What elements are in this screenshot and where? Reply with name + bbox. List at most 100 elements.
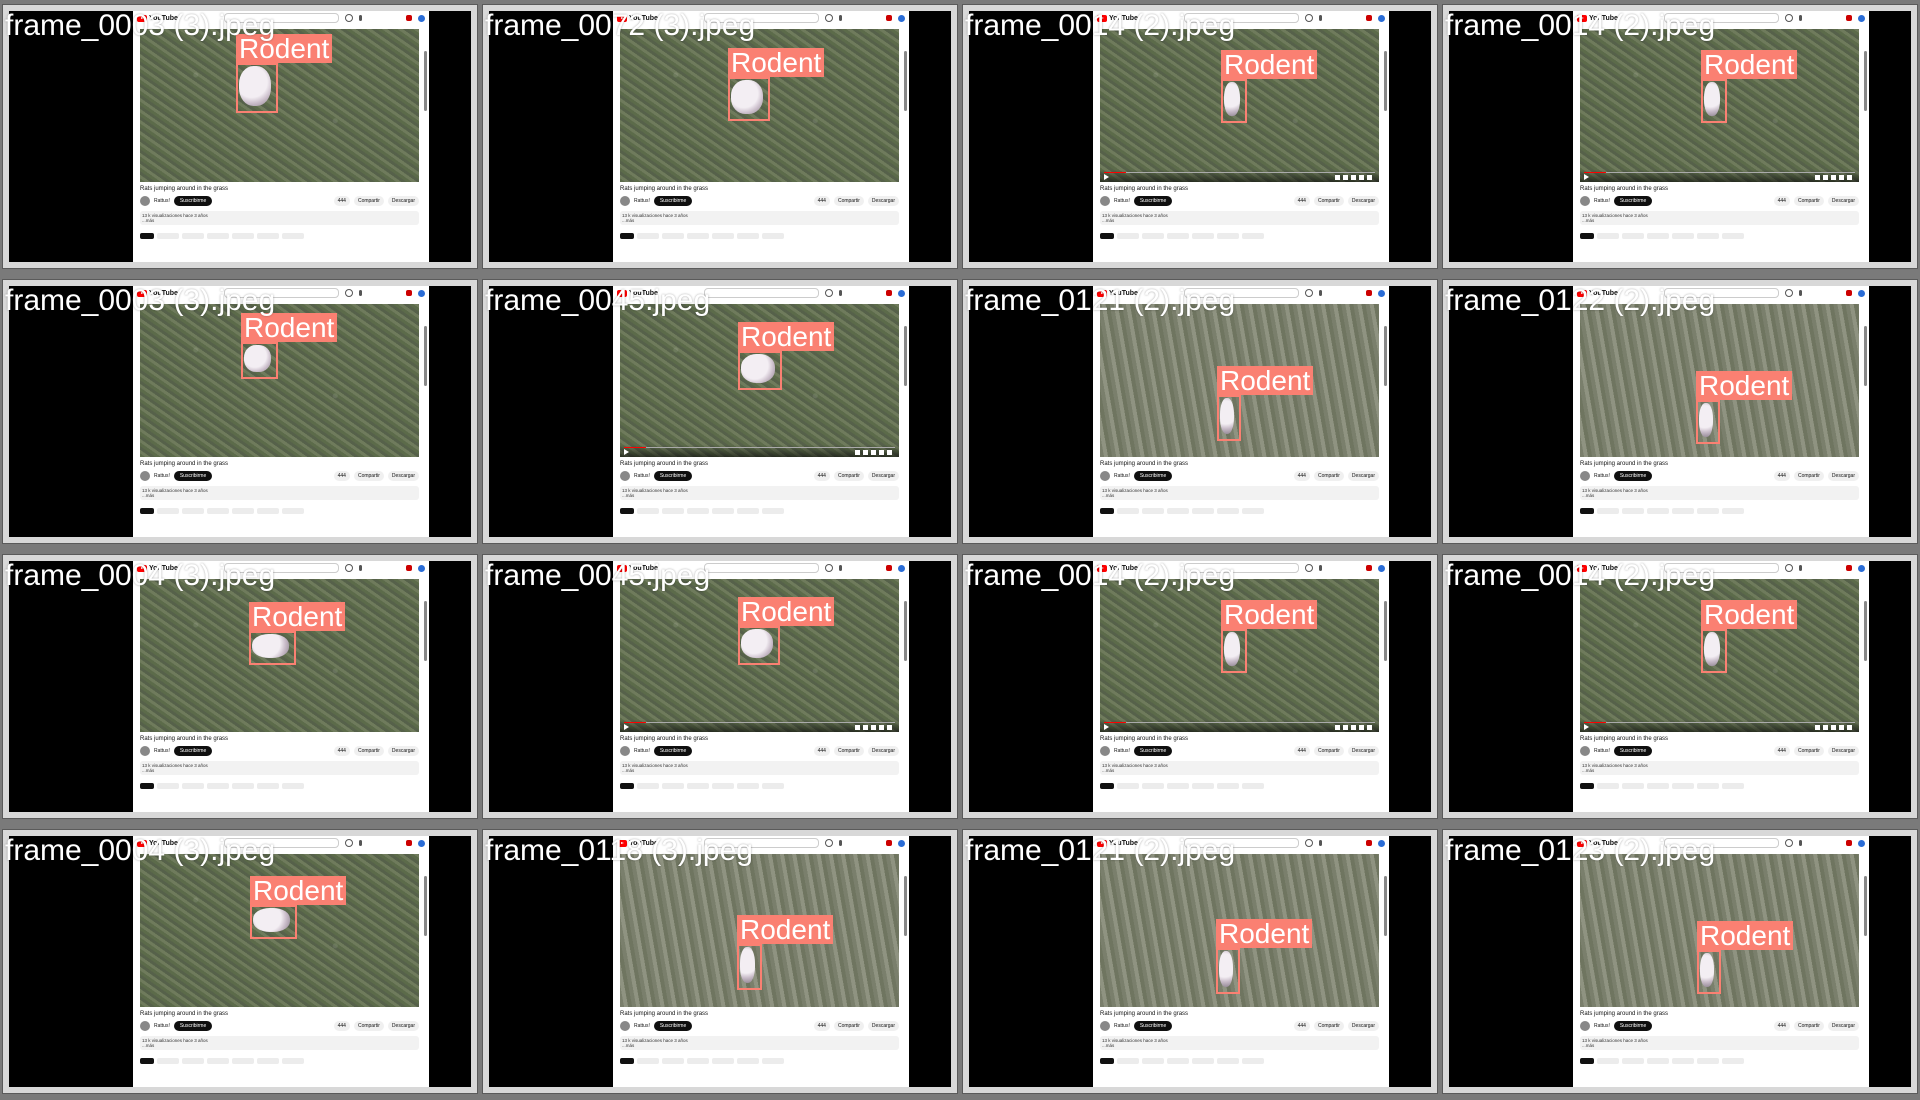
like-button[interactable]: 444 — [333, 196, 350, 206]
share-button[interactable]: Compartir — [833, 471, 864, 481]
scrollbar[interactable] — [1864, 601, 1867, 661]
mic-icon[interactable] — [358, 565, 362, 571]
avatar[interactable] — [1378, 564, 1385, 572]
player-settings-icons[interactable] — [1335, 175, 1375, 180]
chip[interactable] — [1217, 783, 1239, 789]
mic-icon[interactable] — [1798, 840, 1802, 846]
chip[interactable] — [1647, 1058, 1669, 1064]
download-button[interactable]: Descargar — [867, 746, 899, 756]
video-player[interactable]: Rodent — [1580, 854, 1859, 1007]
chip[interactable] — [662, 508, 684, 514]
chip[interactable] — [207, 1058, 229, 1064]
mic-icon[interactable] — [1318, 290, 1322, 296]
chip[interactable] — [1622, 783, 1644, 789]
subscribe-button[interactable]: Suscribirme — [1613, 746, 1653, 756]
bell-icon[interactable] — [886, 565, 892, 571]
chip[interactable] — [1100, 783, 1114, 789]
avatar[interactable] — [418, 289, 425, 297]
scrollbar[interactable] — [1384, 51, 1387, 111]
video-player[interactable]: Rodent — [1100, 29, 1379, 182]
video-player[interactable]: Rodent — [620, 854, 899, 1007]
chip[interactable] — [282, 783, 304, 789]
channel-name[interactable]: Rattus! — [1594, 748, 1610, 754]
scrollbar[interactable] — [1864, 51, 1867, 111]
description-more[interactable]: ...más — [1102, 218, 1377, 223]
description-more[interactable]: ...más — [142, 768, 417, 773]
description-more[interactable]: ...más — [622, 218, 897, 223]
bell-icon[interactable] — [1366, 290, 1372, 296]
share-button[interactable]: Compartir — [1313, 1021, 1344, 1031]
download-button[interactable]: Descargar — [1347, 1021, 1379, 1031]
chip[interactable] — [637, 508, 659, 514]
subscribe-button[interactable]: Suscribirme — [653, 471, 693, 481]
chip[interactable] — [1242, 233, 1264, 239]
chip[interactable] — [712, 783, 734, 789]
download-button[interactable]: Descargar — [1827, 471, 1859, 481]
chip[interactable] — [662, 1058, 684, 1064]
video-player[interactable]: Rodent — [1100, 579, 1379, 732]
chip[interactable] — [637, 1058, 659, 1064]
channel-avatar[interactable] — [1580, 1021, 1590, 1031]
player-settings-icons[interactable] — [855, 725, 895, 730]
channel-avatar[interactable] — [1100, 746, 1110, 756]
channel-avatar[interactable] — [620, 1021, 630, 1031]
player-settings-icons[interactable] — [1815, 725, 1855, 730]
channel-avatar[interactable] — [1100, 471, 1110, 481]
chip[interactable] — [1167, 233, 1189, 239]
chip[interactable] — [1117, 1058, 1139, 1064]
share-button[interactable]: Compartir — [1793, 1021, 1824, 1031]
chip[interactable] — [1672, 233, 1694, 239]
like-button[interactable]: 444 — [813, 196, 830, 206]
progress-bar[interactable] — [624, 447, 895, 448]
chip[interactable] — [1580, 508, 1594, 514]
like-button[interactable]: 444 — [1293, 471, 1310, 481]
chip[interactable] — [182, 508, 204, 514]
player-settings-icons[interactable] — [1815, 175, 1855, 180]
bell-icon[interactable] — [1846, 15, 1852, 21]
channel-name[interactable]: Rattus! — [1114, 473, 1130, 479]
chip[interactable] — [662, 233, 684, 239]
scrollbar[interactable] — [904, 601, 907, 661]
scrollbar[interactable] — [424, 876, 427, 936]
chip[interactable] — [712, 508, 734, 514]
channel-name[interactable]: Rattus! — [1114, 1023, 1130, 1029]
description-box[interactable]: 13 k visualizaciones hace 3 años ...más — [1580, 486, 1859, 500]
video-player[interactable]: Rodent — [1580, 29, 1859, 182]
channel-name[interactable]: Rattus! — [634, 473, 650, 479]
channel-name[interactable]: Rattus! — [154, 748, 170, 754]
chip[interactable] — [1117, 508, 1139, 514]
download-button[interactable]: Descargar — [1347, 746, 1379, 756]
chip[interactable] — [257, 233, 279, 239]
channel-name[interactable]: Rattus! — [1114, 198, 1130, 204]
description-more[interactable]: ...más — [1102, 493, 1377, 498]
video-player[interactable]: Rodent — [140, 579, 419, 732]
chip[interactable] — [1697, 508, 1719, 514]
chip[interactable] — [282, 1058, 304, 1064]
chip[interactable] — [687, 783, 709, 789]
scrollbar[interactable] — [424, 51, 427, 111]
channel-avatar[interactable] — [1100, 1021, 1110, 1031]
download-button[interactable]: Descargar — [1347, 196, 1379, 206]
channel-name[interactable]: Rattus! — [1594, 1023, 1610, 1029]
like-button[interactable]: 444 — [1293, 1021, 1310, 1031]
chip[interactable] — [1242, 783, 1264, 789]
mic-icon[interactable] — [1318, 840, 1322, 846]
subscribe-button[interactable]: Suscribirme — [653, 196, 693, 206]
play-icon[interactable] — [624, 724, 629, 730]
scrollbar[interactable] — [1384, 876, 1387, 936]
chip[interactable] — [1597, 508, 1619, 514]
progress-bar[interactable] — [1104, 172, 1375, 173]
mic-icon[interactable] — [1798, 565, 1802, 571]
share-button[interactable]: Compartir — [353, 746, 384, 756]
search-input[interactable] — [703, 563, 819, 573]
channel-avatar[interactable] — [1100, 196, 1110, 206]
like-button[interactable]: 444 — [1293, 196, 1310, 206]
share-button[interactable]: Compartir — [353, 471, 384, 481]
like-button[interactable]: 444 — [333, 746, 350, 756]
channel-avatar[interactable] — [140, 471, 150, 481]
video-player[interactable]: Rodent — [1580, 579, 1859, 732]
video-player[interactable]: Rodent — [140, 29, 419, 182]
chip[interactable] — [1622, 233, 1644, 239]
share-button[interactable]: Compartir — [1313, 746, 1344, 756]
search-icon[interactable] — [1784, 14, 1793, 22]
